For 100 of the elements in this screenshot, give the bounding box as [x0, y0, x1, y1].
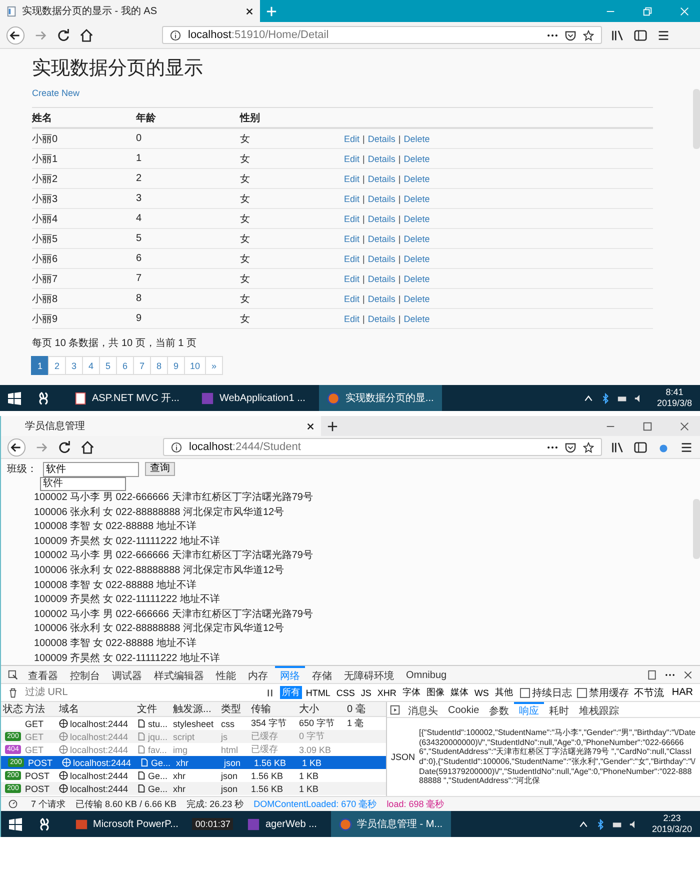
- har-menu[interactable]: HAR: [668, 687, 696, 698]
- type-filter-button[interactable]: CSS: [334, 688, 357, 698]
- address-bar[interactable]: localhost:51910/Home/Detail: [162, 26, 602, 44]
- star-icon[interactable]: [583, 30, 594, 40]
- devtools-tab[interactable]: 内存: [243, 666, 273, 683]
- page-button[interactable]: 7: [133, 356, 151, 375]
- row-action-link[interactable]: Edit: [344, 234, 360, 244]
- row-action-link[interactable]: Delete: [404, 294, 430, 304]
- row-action-link[interactable]: Delete: [404, 314, 430, 324]
- taskbar-item[interactable]: 学员信息管理 - M...: [330, 811, 451, 837]
- taskbar-item[interactable]: WebApplication1 ...: [193, 385, 314, 411]
- row-action-link[interactable]: Delete: [404, 154, 430, 164]
- detail-tab[interactable]: 响应: [514, 702, 544, 717]
- detail-tab[interactable]: 消息头: [403, 702, 443, 717]
- row-action-link[interactable]: Delete: [404, 134, 430, 144]
- detail-tab[interactable]: 堆栈跟踪: [574, 702, 624, 717]
- devtools-tab[interactable]: 控制台: [65, 666, 105, 683]
- type-filter-button[interactable]: WS: [472, 688, 491, 698]
- reload-icon[interactable]: [56, 28, 71, 42]
- column-header[interactable]: 传输: [251, 702, 299, 716]
- windows-logo-icon[interactable]: [8, 392, 21, 404]
- row-action-link[interactable]: Edit: [344, 274, 360, 284]
- new-tab-icon[interactable]: [327, 420, 338, 432]
- column-header[interactable]: 状态: [1, 702, 25, 716]
- row-action-link[interactable]: Delete: [404, 214, 430, 224]
- taskbar-item[interactable]: Microsoft PowerP...: [67, 811, 186, 837]
- request-row[interactable]: GET localhost:2444 stu... stylesheet css 354 字节 650 字节 1 毫: [1, 717, 386, 730]
- page-button[interactable]: »: [205, 356, 224, 375]
- query-button[interactable]: 查询: [145, 462, 175, 476]
- home-icon[interactable]: [79, 28, 94, 42]
- trash-icon[interactable]: [8, 688, 18, 698]
- row-action-link[interactable]: Edit: [344, 174, 360, 184]
- detail-tab[interactable]: 耗时: [544, 702, 574, 717]
- row-action-link[interactable]: Details: [368, 174, 396, 184]
- checkbox[interactable]: [520, 688, 530, 698]
- close-icon[interactable]: [306, 422, 315, 430]
- row-action-link[interactable]: Edit: [344, 194, 360, 204]
- row-action-link[interactable]: Details: [368, 194, 396, 204]
- address-bar[interactable]: localhost:2444/Student: [163, 438, 602, 456]
- devtools-tab[interactable]: 样式编辑器: [149, 666, 209, 683]
- page-button[interactable]: 9: [167, 356, 185, 375]
- row-action-link[interactable]: Details: [368, 294, 396, 304]
- devtools-tab[interactable]: 调试器: [107, 666, 147, 683]
- row-action-link[interactable]: Details: [368, 314, 396, 324]
- devtools-tab[interactable]: 存储: [307, 666, 337, 683]
- dock-icon[interactable]: [647, 670, 657, 680]
- back-icon[interactable]: [7, 438, 26, 456]
- throttle-select[interactable]: 不节流: [630, 686, 667, 700]
- row-action-link[interactable]: Delete: [404, 274, 430, 284]
- row-action-link[interactable]: Delete: [404, 194, 430, 204]
- column-header[interactable]: 类型: [221, 702, 251, 716]
- row-action-link[interactable]: Edit: [344, 134, 360, 144]
- page-button[interactable]: 6: [116, 356, 134, 375]
- checkbox[interactable]: [576, 688, 587, 698]
- type-filter-button[interactable]: XHR: [375, 688, 398, 698]
- page-button[interactable]: 3: [65, 356, 83, 375]
- row-action-link[interactable]: Edit: [344, 154, 360, 164]
- page-button[interactable]: 10: [184, 356, 206, 375]
- type-filter-button[interactable]: 字体: [400, 686, 422, 699]
- browser-tab[interactable]: 实现数据分页的显示 - 我的 AS: [0, 0, 260, 22]
- sidebar-icon[interactable]: [633, 28, 648, 42]
- create-new-link[interactable]: Create New: [32, 88, 80, 98]
- maximize-icon[interactable]: [642, 420, 653, 432]
- devtools-tab[interactable]: 性能: [211, 666, 241, 683]
- row-action-link[interactable]: Details: [368, 154, 396, 164]
- windows-logo-icon[interactable]: [9, 818, 22, 830]
- timer-icon[interactable]: [8, 799, 18, 809]
- page-button[interactable]: 4: [82, 356, 100, 375]
- browser-tab[interactable]: 学员信息管理: [1, 416, 321, 436]
- column-header[interactable]: 域名: [59, 702, 137, 716]
- type-filter-button[interactable]: 其他: [492, 686, 515, 699]
- scrollbar[interactable]: [693, 499, 700, 559]
- class-input[interactable]: 软件: [43, 462, 139, 476]
- taskbar-item[interactable]: 实现数据分页的显...: [319, 385, 442, 411]
- row-action-link[interactable]: Edit: [344, 214, 360, 224]
- page-button[interactable]: 1: [31, 356, 49, 375]
- row-action-link[interactable]: Delete: [404, 254, 430, 264]
- scrollbar[interactable]: [693, 89, 700, 149]
- taskbar-item[interactable]: ASP.NET MVC 开...: [66, 385, 188, 411]
- detail-tab[interactable]: 参数: [484, 702, 514, 717]
- caret-up-icon[interactable]: [578, 818, 589, 830]
- page-button[interactable]: 2: [48, 356, 66, 375]
- autocomplete-option[interactable]: 软件: [40, 477, 126, 491]
- row-action-link[interactable]: Details: [368, 214, 396, 224]
- sidebar-icon[interactable]: [633, 440, 648, 454]
- restore-icon[interactable]: [642, 6, 653, 16]
- type-filter-button[interactable]: HTML: [304, 688, 332, 698]
- close-icon[interactable]: [683, 670, 693, 680]
- back-icon[interactable]: [6, 26, 25, 44]
- caret-up-icon[interactable]: [582, 392, 594, 404]
- devtools-tab[interactable]: 无障碍环境: [339, 666, 399, 683]
- column-header[interactable]: 大小: [299, 702, 347, 716]
- row-action-link[interactable]: Details: [368, 234, 396, 244]
- row-action-link[interactable]: Details: [368, 274, 396, 284]
- row-action-link[interactable]: Edit: [344, 314, 360, 324]
- column-header[interactable]: 文件: [137, 702, 173, 716]
- row-action-link[interactable]: Edit: [344, 254, 360, 264]
- row-action-link[interactable]: Delete: [404, 234, 430, 244]
- star-icon[interactable]: [583, 442, 594, 452]
- column-header[interactable]: 方法: [25, 702, 59, 716]
